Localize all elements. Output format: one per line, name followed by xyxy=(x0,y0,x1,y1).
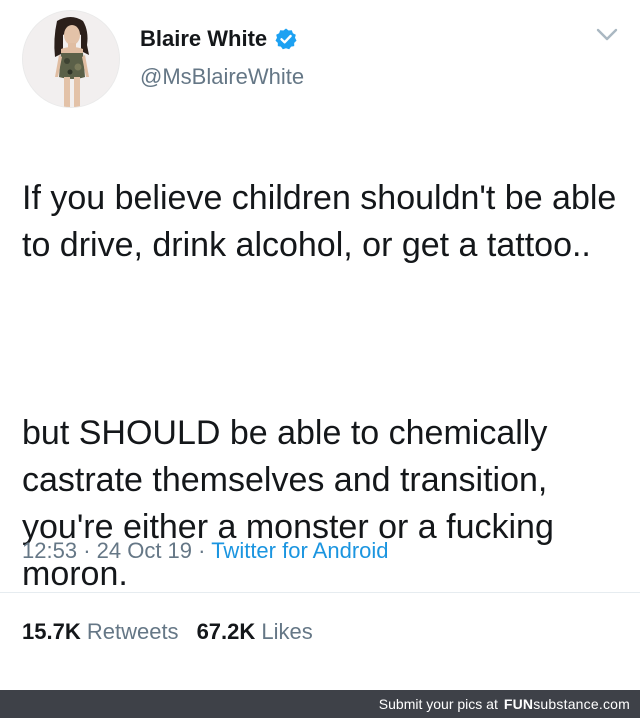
meta-separator: · xyxy=(198,538,212,563)
chevron-down-icon[interactable] xyxy=(596,28,618,42)
avatar[interactable] xyxy=(22,10,120,108)
tweet-stats: 15.7K Retweets 67.2K Likes xyxy=(22,619,313,645)
brand-suffix: .com xyxy=(598,696,630,712)
verified-badge-icon xyxy=(275,28,297,50)
tweet-date[interactable]: 24 Oct 19 xyxy=(97,538,192,563)
author-name-row[interactable]: Blaire White xyxy=(140,26,298,52)
likes-count: 67.2K xyxy=(196,619,256,644)
tweet-time[interactable]: 12:53 xyxy=(22,538,77,563)
footer-prompt: Submit your pics at xyxy=(378,696,498,712)
display-name[interactable]: Blaire White xyxy=(140,26,267,52)
brand-rest: substance xyxy=(533,696,599,712)
likes-stat[interactable]: 67.2K Likes xyxy=(197,619,313,644)
retweets-count: 15.7K xyxy=(22,619,81,644)
divider xyxy=(0,592,640,593)
tweet-source[interactable]: Twitter for Android xyxy=(211,538,388,563)
likes-label: Likes xyxy=(261,619,313,644)
retweets-stat[interactable]: 15.7K Retweets xyxy=(22,619,179,644)
avatar-image xyxy=(23,11,119,107)
watermark-footer: Submit your pics at FUNsubstance.com xyxy=(0,690,640,718)
tweet-paragraph: If you believe children shouldn't be abl… xyxy=(22,179,617,264)
retweets-label: Retweets xyxy=(86,619,179,644)
tweet-meta: 12:53 · 24 Oct 19 · Twitter for Android xyxy=(22,538,389,564)
brand-strong: FUN xyxy=(503,696,534,712)
tweet-text: If you believe children shouldn't be abl… xyxy=(22,128,622,645)
tweet-paragraph: but SHOULD be able to chemically castrat… xyxy=(22,414,554,593)
handle[interactable]: @MsBlaireWhite xyxy=(140,64,304,90)
meta-separator: · xyxy=(83,538,97,563)
tweet-card: Blaire White @MsBlaireWhite If you belie… xyxy=(0,0,640,690)
footer-brand[interactable]: FUNsubstance.com xyxy=(504,690,630,718)
